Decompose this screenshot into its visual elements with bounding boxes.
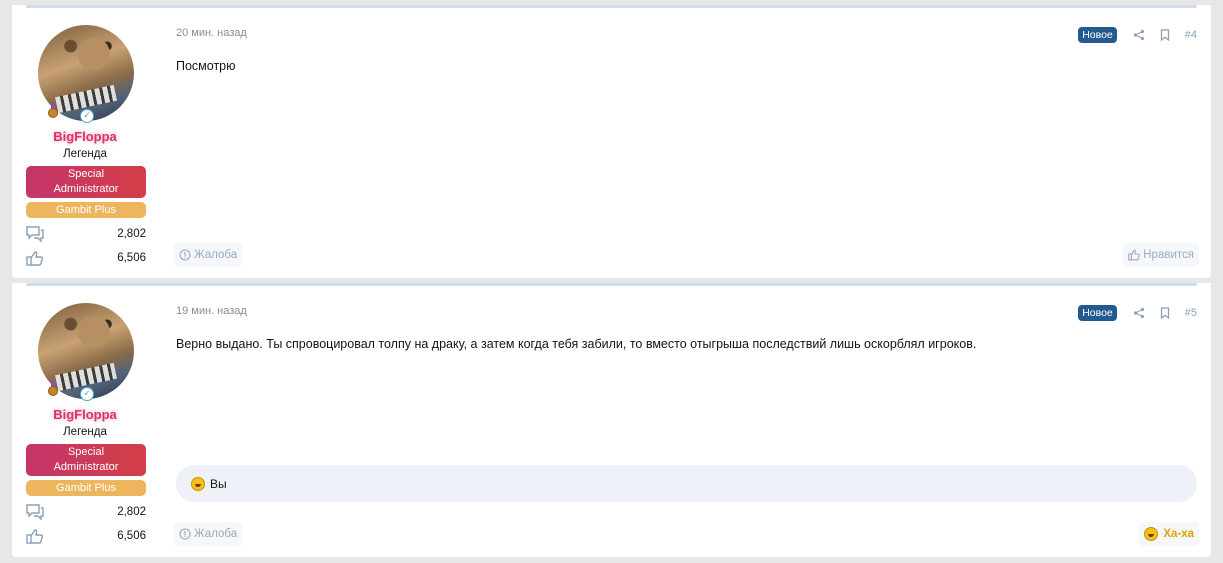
- thumbs-up-icon: [1128, 249, 1141, 261]
- user-banner-admin-label: Special Administrator: [53, 446, 119, 473]
- info-circle-icon: [179, 249, 191, 261]
- user-banner-plus: Gambit Plus: [26, 480, 146, 496]
- bookmark-icon[interactable]: [1159, 307, 1171, 319]
- username[interactable]: BigFloppa: [12, 407, 158, 422]
- post: ✓ BigFloppa Легенда Special Administrato…: [12, 283, 1211, 557]
- reaction-label: Ха-ха: [1163, 528, 1194, 540]
- post-header-actions: Новое #4: [1078, 26, 1197, 44]
- post-body: 19 мин. назад Новое #5 Верно выдано. Ты …: [173, 285, 1211, 557]
- shield-icon: ✓: [80, 109, 94, 123]
- post-message: Посмотрю: [176, 59, 236, 73]
- like-button[interactable]: Нравится: [1123, 243, 1199, 267]
- reaction-button[interactable]: Ха-ха: [1139, 522, 1199, 546]
- reactions-count: 6,506: [117, 530, 146, 542]
- post-date[interactable]: 20 мин. назад: [176, 27, 247, 39]
- messages-stat: 2,802: [26, 224, 146, 244]
- user-banner-plus: Gambit Plus: [26, 202, 146, 218]
- post-number[interactable]: #4: [1185, 29, 1197, 41]
- user-banner-admin: Special Administrator: [26, 166, 146, 198]
- thumbs-up-icon: [26, 528, 44, 544]
- post-number[interactable]: #5: [1185, 307, 1197, 319]
- reactions-count: 6,506: [117, 252, 146, 264]
- new-badge: Новое: [1078, 27, 1117, 43]
- username[interactable]: BigFloppa: [12, 129, 158, 144]
- messages-count: 2,802: [117, 228, 146, 240]
- medal-icon: [48, 381, 58, 396]
- messages-stat: 2,802: [26, 502, 146, 522]
- new-badge: Новое: [1078, 305, 1117, 321]
- user-title: Легенда: [63, 148, 107, 160]
- post-header-actions: Новое #5: [1078, 304, 1197, 322]
- report-label: Жалоба: [194, 528, 238, 540]
- report-button[interactable]: Жалоба: [174, 243, 243, 267]
- share-icon[interactable]: [1133, 307, 1145, 319]
- user-title: Легенда: [63, 426, 107, 438]
- info-circle-icon: [179, 528, 191, 540]
- user-info: ✓ BigFloppa Легенда Special Administrato…: [12, 7, 158, 278]
- report-button[interactable]: Жалоба: [174, 522, 243, 546]
- medal-icon: [48, 103, 58, 118]
- user-banner-admin-label: Special Administrator: [53, 168, 119, 195]
- reactions-by[interactable]: Вы: [210, 477, 227, 491]
- reactions-bar[interactable]: Вы: [176, 465, 1197, 502]
- reactions-stat: 6,506: [26, 526, 146, 546]
- post-message: Верно выдано. Ты спровоцировал толпу на …: [176, 337, 977, 351]
- report-label: Жалоба: [194, 249, 238, 261]
- laughing-emoji-icon: [1144, 527, 1159, 541]
- laughing-emoji-icon: [191, 476, 205, 491]
- user-banner-admin: Special Administrator: [26, 444, 146, 476]
- messages-icon: [26, 226, 44, 242]
- share-icon[interactable]: [1133, 29, 1145, 41]
- shield-icon: ✓: [80, 387, 94, 401]
- post-body: 20 мин. назад Новое #4 Посмотрю Жалоба Н…: [173, 7, 1211, 278]
- messages-icon: [26, 504, 44, 520]
- messages-count: 2,802: [117, 506, 146, 518]
- reactions-stat: 6,506: [26, 248, 146, 268]
- bookmark-icon[interactable]: [1159, 29, 1171, 41]
- user-info: ✓ BigFloppa Легенда Special Administrato…: [12, 285, 158, 557]
- post-date[interactable]: 19 мин. назад: [176, 305, 247, 317]
- thumbs-up-icon: [26, 250, 44, 266]
- like-label: Нравится: [1143, 249, 1194, 261]
- post: ✓ BigFloppa Легенда Special Administrato…: [12, 5, 1211, 278]
